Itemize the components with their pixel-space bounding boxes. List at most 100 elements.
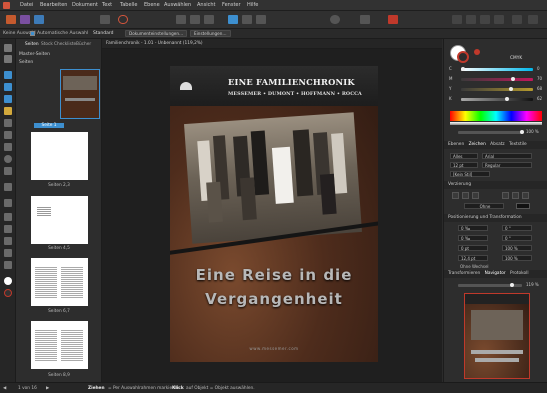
shear-field[interactable]: 0 ° [502, 225, 532, 231]
ellipse-tool-icon[interactable] [4, 155, 12, 163]
cover-page[interactable]: EINE FAMILIENCHRONIK MESSEMER • DUMONT •… [170, 66, 378, 362]
font-family-dropdown[interactable]: Arial [482, 153, 532, 159]
document-setup-button[interactable]: Dokumenteinstellungen… [125, 30, 188, 37]
boolean-xor-icon[interactable] [494, 15, 504, 24]
rectangle-tool-icon[interactable] [4, 143, 12, 151]
text-frame-tool-icon[interactable] [4, 71, 12, 79]
menu-bearbeiten[interactable]: Bearbeiten [40, 2, 67, 8]
no-break-label[interactable]: Ohne Wechsel [460, 264, 489, 269]
superscript-icon[interactable] [502, 192, 509, 199]
underline-icon[interactable] [452, 192, 459, 199]
align-icon[interactable] [256, 15, 266, 24]
publisher-persona-icon[interactable] [6, 15, 16, 24]
style-scope-dropdown[interactable]: Alles [450, 153, 478, 159]
crop-tool-icon[interactable] [4, 183, 12, 191]
tab-ebenen[interactable]: Ebenen [448, 142, 464, 147]
rotation-field[interactable]: 0 ° [502, 235, 532, 241]
pencil-tool-icon[interactable] [4, 119, 12, 127]
leading-field[interactable]: 12,4 pt [458, 255, 488, 261]
designer-persona-icon[interactable] [20, 15, 30, 24]
move-tool-icon[interactable] [4, 44, 12, 52]
prev-page-icon[interactable]: ◀ [3, 386, 6, 391]
eye-icon[interactable] [330, 15, 340, 24]
boolean-subtract-icon[interactable] [466, 15, 476, 24]
navigator-preview[interactable] [464, 293, 530, 379]
menu-ebene[interactable]: Ebene [144, 2, 160, 8]
eyedropper-icon[interactable] [474, 49, 480, 55]
tab-absatz[interactable]: Absatz [490, 142, 504, 147]
opacity-slider[interactable] [458, 130, 524, 134]
opacity-value[interactable]: 100 % [526, 129, 539, 134]
page-thumbnail-2-3[interactable] [31, 132, 88, 180]
double-underline-icon[interactable] [462, 192, 469, 199]
stroke-color-swatch-icon[interactable] [457, 51, 469, 63]
fill-swatch-icon[interactable] [4, 277, 12, 285]
menu-auswaehlen[interactable]: Auswählen [164, 2, 191, 8]
yellow-slider[interactable] [461, 87, 533, 91]
page-thumbnail-4-5[interactable] [31, 196, 88, 244]
tab-checkliste[interactable]: Checkliste [54, 42, 76, 47]
tab-textstile[interactable]: Textstile [509, 142, 527, 147]
yellow-value[interactable]: 68 [537, 86, 542, 91]
pages-header[interactable]: Seiten [19, 60, 33, 65]
magenta-slider[interactable] [461, 77, 533, 81]
horizontal-scale-field[interactable]: 100 % [502, 245, 532, 251]
tab-stock[interactable]: Stock [41, 42, 53, 47]
shape-tool-icon[interactable] [4, 167, 12, 175]
rotate-icon[interactable] [528, 15, 538, 24]
boolean-intersect-icon[interactable] [480, 15, 490, 24]
master-pages-header[interactable]: Master-Seiten [19, 52, 50, 57]
target-icon[interactable] [118, 15, 128, 24]
color-spectrum[interactable] [450, 111, 542, 121]
small-caps-icon[interactable] [522, 192, 529, 199]
black-value[interactable]: 62 [537, 96, 542, 101]
pin-icon[interactable] [388, 15, 398, 24]
font-weight-dropdown[interactable]: Regular [482, 162, 532, 168]
table-tool-icon[interactable] [4, 95, 12, 103]
next-page-icon[interactable]: ▶ [46, 386, 49, 391]
page-thumbnail-8-9[interactable] [31, 321, 88, 369]
magenta-value[interactable]: 70 [537, 76, 542, 81]
node-tool-icon[interactable] [4, 55, 12, 63]
color-spectrum-shade[interactable] [450, 122, 542, 125]
zoom-tool-icon[interactable] [4, 261, 12, 269]
snapping-icon[interactable] [100, 15, 110, 24]
kerning-field[interactable]: 0 ‰ [458, 225, 488, 231]
photo-persona-icon[interactable] [34, 15, 44, 24]
flip-icon[interactable] [512, 15, 522, 24]
font-size-field[interactable]: 12 pt [450, 162, 478, 168]
menu-ansicht[interactable]: Ansicht [197, 2, 215, 8]
page-thumbnail-1[interactable] [60, 69, 100, 119]
page-thumbnail-6-7[interactable] [31, 258, 88, 306]
positioning-section[interactable]: Positionierung und Transformation [444, 214, 547, 222]
preferences-button[interactable]: Einstellungen… [190, 30, 231, 37]
boolean-add-icon[interactable] [452, 15, 462, 24]
vertical-scale-field[interactable]: 100 % [502, 255, 532, 261]
fill-tool-icon[interactable] [4, 213, 12, 221]
strikethrough-icon[interactable] [472, 192, 479, 199]
black-slider[interactable] [461, 97, 533, 101]
character-style-dropdown[interactable]: [Kein Stil] [450, 171, 490, 177]
frame-tool-icon[interactable] [4, 131, 12, 139]
tab-navigator[interactable]: Navigator [485, 271, 506, 276]
arrange-icon[interactable] [242, 15, 252, 24]
auto-select-dropdown[interactable]: Standard [93, 31, 113, 36]
view-mode-icon[interactable] [176, 15, 186, 24]
tab-seiten[interactable]: Seiten [25, 42, 39, 47]
menu-dokument[interactable]: Dokument [72, 2, 98, 8]
cyan-slider[interactable] [461, 67, 533, 71]
tab-zeichen[interactable]: Zeichen [469, 142, 486, 147]
tab-protokoll[interactable]: Protokoll [510, 271, 528, 276]
baseline-field[interactable]: 0 pt [458, 245, 488, 251]
insert-icon[interactable] [360, 15, 370, 24]
hand-tool-icon[interactable] [4, 249, 12, 257]
table-icon[interactable] [204, 15, 214, 24]
tab-transformieren[interactable]: Transformieren [448, 271, 480, 276]
page-indicator[interactable]: 1 von 16 [18, 386, 37, 391]
cyan-value[interactable]: 0 [537, 66, 540, 71]
place-tool-icon[interactable] [4, 199, 12, 207]
text-frame-icon[interactable] [190, 15, 200, 24]
transparency-tool-icon[interactable] [4, 225, 12, 233]
menu-fenster[interactable]: Fenster [222, 2, 241, 8]
pen-tool-icon[interactable] [4, 107, 12, 115]
